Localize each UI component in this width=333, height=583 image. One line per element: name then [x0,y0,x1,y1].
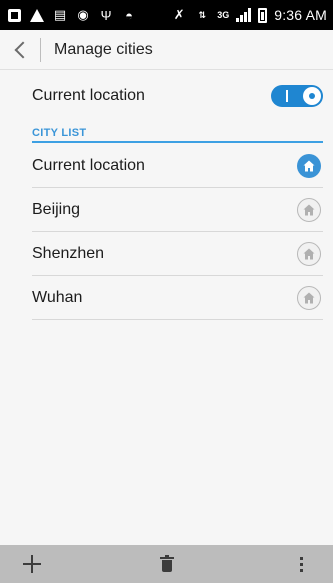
current-location-setting-label: Current location [32,87,145,104]
usb-icon: Ψ [100,7,112,23]
city-item-shenzhen[interactable]: Shenzhen [32,232,323,276]
status-bar: ▤ ◉ Ψ ◓ ✗ ⇅ 3G 9:36 AM [0,0,333,30]
back-button[interactable] [0,30,40,70]
manage-cities-screen: ▤ ◉ Ψ ◓ ✗ ⇅ 3G 9:36 AM Manage cities Cur… [0,0,333,583]
home-icon[interactable] [297,197,321,222]
city-name: Current location [32,156,145,174]
overflow-menu-icon [299,556,303,572]
toggle-on-mark [286,90,288,102]
city-list: Current location Beijing Shenzhen Wuhan [32,144,323,320]
delete-icon [159,555,174,572]
toggle-knob [303,87,321,105]
mute-icon: ✗ [173,7,185,22]
add-icon [23,555,41,573]
status-left-icons: ▤ ◉ Ψ ◓ [6,7,137,23]
city-list-section-label: CITY LIST [32,127,87,139]
add-city-button[interactable] [14,546,50,582]
back-chevron-icon [14,41,32,58]
city-list-section-header: CITY LIST [32,123,323,143]
home-icon[interactable] [297,241,321,266]
app-header: Manage cities [0,30,333,70]
home-icon[interactable] [297,153,321,178]
bottom-action-bar [0,545,333,583]
header-divider [40,37,41,62]
status-right-icons: ✗ ⇅ 3G 9:36 AM [171,7,327,23]
status-time: 9:36 AM [274,7,327,23]
city-name: Wuhan [32,288,83,306]
network-type: 3G [217,10,230,20]
overflow-menu-button[interactable] [283,546,319,582]
notification-square-icon [6,7,22,23]
android-icon: ◓ [125,7,133,23]
battery-icon [258,7,268,23]
city-item-beijing[interactable]: Beijing [32,188,323,232]
city-item-wuhan[interactable]: Wuhan [32,276,323,320]
current-location-setting-row[interactable]: Current location [32,74,323,118]
signal-icon [236,8,252,22]
city-item-current-location[interactable]: Current location [32,144,323,188]
document-icon: ▤ [53,7,67,22]
page-title: Manage cities [54,40,153,58]
city-name: Beijing [32,200,81,218]
delete-city-button[interactable] [149,546,185,582]
city-name: Shenzhen [32,244,105,262]
data-arrows-icon: ⇅ [198,9,206,20]
home-icon[interactable] [297,285,321,310]
current-location-toggle[interactable] [271,85,323,107]
warning-icon [29,7,45,23]
app-icon: ◉ [77,7,89,22]
